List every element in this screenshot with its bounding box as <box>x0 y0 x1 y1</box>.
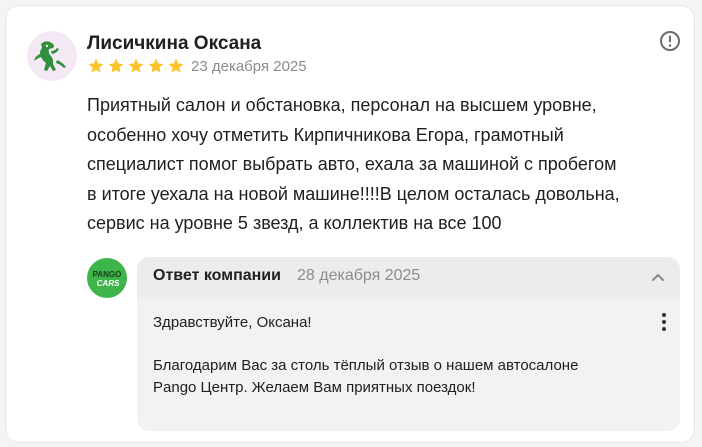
logo-text-top: PANGO <box>93 270 122 279</box>
review-text-line: в итоге уехала на новой машине!!!!В цело… <box>87 183 620 204</box>
company-reply-body: Здравствуйте, Оксана! Благодарим Вас за … <box>137 297 680 431</box>
review-text-line: Приятный салон и обстановка, персонал на… <box>87 95 597 115</box>
more-vertical-icon[interactable] <box>660 311 668 333</box>
review-date: 23 декабря 2025 <box>191 58 307 75</box>
star-icon <box>108 58 124 73</box>
reply-label: Ответ компании <box>153 267 281 284</box>
report-button[interactable] <box>659 30 681 52</box>
dinosaur-icon <box>34 41 66 71</box>
reply-text-line: Благодарим Вас за столь тёплый отзыв о н… <box>153 357 579 374</box>
review-text-line: сервис на уровне 5 звезд, а коллектив на… <box>87 213 502 233</box>
author-avatar[interactable] <box>27 31 77 81</box>
reply-text-line: Pango Центр. Желаем Вам приятных поездок… <box>153 378 476 396</box>
review-text-line: особенно хочу отметить Кирпичникова Егор… <box>87 124 564 145</box>
reply-date: 28 декабря 2025 <box>297 267 421 284</box>
pango-cars-logo: PANGO CARS <box>93 270 122 288</box>
star-icon <box>128 58 144 73</box>
review-card: Лисичкина Оксана 23 декабря 2025 Приятны… <box>5 5 695 443</box>
company-logo[interactable]: PANGO CARS <box>87 258 127 298</box>
review-text-line: специалист помог выбрать авто, ехала за … <box>87 154 617 174</box>
star-icon <box>88 58 104 73</box>
reply-greeting: Здравствуйте, Оксана! <box>153 314 312 331</box>
rating-stars <box>87 57 185 75</box>
exclamation-circle-icon <box>660 31 680 51</box>
review-text: Приятный салон и обстановка, персонал на… <box>87 91 687 239</box>
chevron-up-icon[interactable] <box>650 269 666 285</box>
star-icon <box>168 58 184 73</box>
company-reply-header[interactable]: Ответ компании 28 декабря 2025 <box>137 257 680 297</box>
star-icon <box>148 58 164 73</box>
reply-text: Благодарим Вас за столь тёплый отзыв о н… <box>153 355 653 398</box>
author-name[interactable]: Лисичкина Оксана <box>87 33 261 55</box>
logo-text-bottom: CARS <box>97 279 120 288</box>
